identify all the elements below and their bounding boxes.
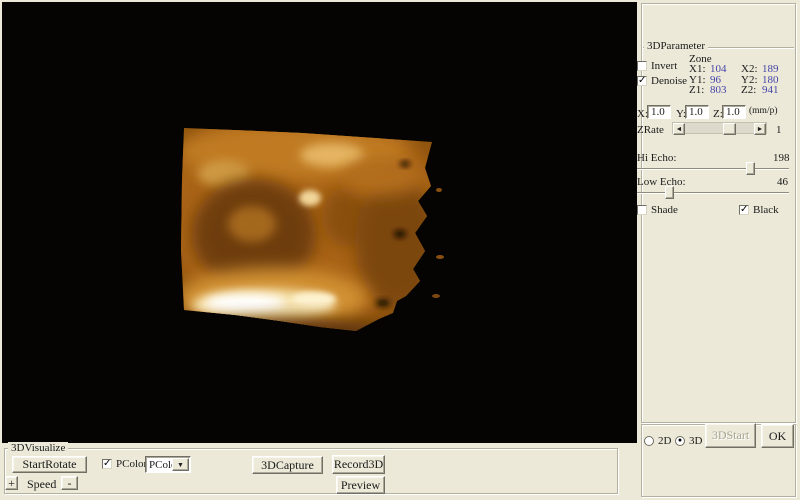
zone-z2-value: 941 <box>762 84 779 96</box>
scale-unit-label: (mm/p) <box>749 106 778 116</box>
zone-z1-value: 803 <box>710 85 741 96</box>
denoise-label: Denoise <box>651 75 687 87</box>
start3d-button[interactable]: 3DStart <box>705 423 756 448</box>
capture-3d-button[interactable]: 3DCapture <box>252 456 323 474</box>
mode-3d-radio[interactable]: ● <box>675 436 685 446</box>
low-echo-value: 46 <box>777 176 788 188</box>
start-rotate-button[interactable]: StartRotate <box>12 456 87 473</box>
parameter-group-title: 3DParameter <box>644 40 708 52</box>
low-echo-label: Low Echo: <box>637 176 686 188</box>
black-label: Black <box>753 204 779 216</box>
mode-2d-label: 2D <box>658 435 671 447</box>
speed-label: Speed <box>27 477 56 492</box>
zone-row-z: Z1:803Z2:941 <box>689 85 795 96</box>
pcolor-checkbox[interactable]: ✓ <box>102 459 112 469</box>
record-3d-button[interactable]: Record3D <box>332 455 385 474</box>
hi-echo-value: 198 <box>773 152 790 164</box>
render-viewport[interactable] <box>2 2 637 443</box>
speed-minus-button[interactable]: - <box>61 476 78 490</box>
zrate-scrollbar[interactable]: ◄ ► <box>672 122 767 134</box>
zone-x1-label: X1: <box>689 64 710 75</box>
pcolor-dropdown[interactable]: PColor ▼ <box>145 456 191 473</box>
shade-checkbox[interactable] <box>637 205 647 215</box>
scroll-left-icon[interactable]: ◄ <box>673 123 685 135</box>
scale-y-input[interactable]: 1.0 <box>685 105 709 119</box>
zrate-value: 1 <box>776 124 782 136</box>
invert-checkbox[interactable] <box>637 61 647 71</box>
preview-button[interactable]: Preview <box>336 476 385 494</box>
zone-z1-label: Z1: <box>689 85 710 96</box>
zone-x1-value: 104 <box>710 64 741 75</box>
speed-plus-button[interactable]: + <box>5 476 18 490</box>
pcolor-checkbox-label: PColor <box>116 458 147 470</box>
zrate-label: ZRate <box>637 124 664 136</box>
denoise-checkbox[interactable]: ✓ <box>637 76 647 86</box>
low-echo-slider-thumb[interactable] <box>665 186 674 199</box>
scroll-right-icon[interactable]: ► <box>754 123 766 135</box>
zone-z2-label: Z2: <box>741 85 762 96</box>
mode-3d-label: 3D <box>689 435 702 447</box>
zone-row-x: X1:104X2:189 <box>689 64 795 75</box>
zone-values: X1:104X2:189 Y1:96Y2:180 Z1:803Z2:941 <box>689 64 795 96</box>
chevron-down-icon[interactable]: ▼ <box>172 458 189 471</box>
invert-label: Invert <box>651 60 677 72</box>
hi-echo-slider-thumb[interactable] <box>746 162 755 175</box>
application-window: 3DParameter Invert ✓ Denoise Zone X1:104… <box>0 0 800 500</box>
black-checkbox[interactable]: ✓ <box>739 205 749 215</box>
zone-x2-label: X2: <box>741 64 762 75</box>
ok-button[interactable]: OK <box>761 424 794 448</box>
scale-z-input[interactable]: 1.0 <box>722 105 746 119</box>
hi-echo-label: Hi Echo: <box>637 152 676 164</box>
hi-echo-track[interactable] <box>637 168 789 170</box>
scale-x-input[interactable]: 1.0 <box>647 105 671 119</box>
low-echo-track[interactable] <box>637 192 789 194</box>
shade-label: Shade <box>651 204 678 216</box>
zrate-scroll-thumb[interactable] <box>723 123 736 135</box>
mode-2d-radio[interactable] <box>644 436 654 446</box>
ultrasound-volume-image <box>2 2 637 443</box>
visualize-group-title: 3DVisualize <box>8 442 68 454</box>
